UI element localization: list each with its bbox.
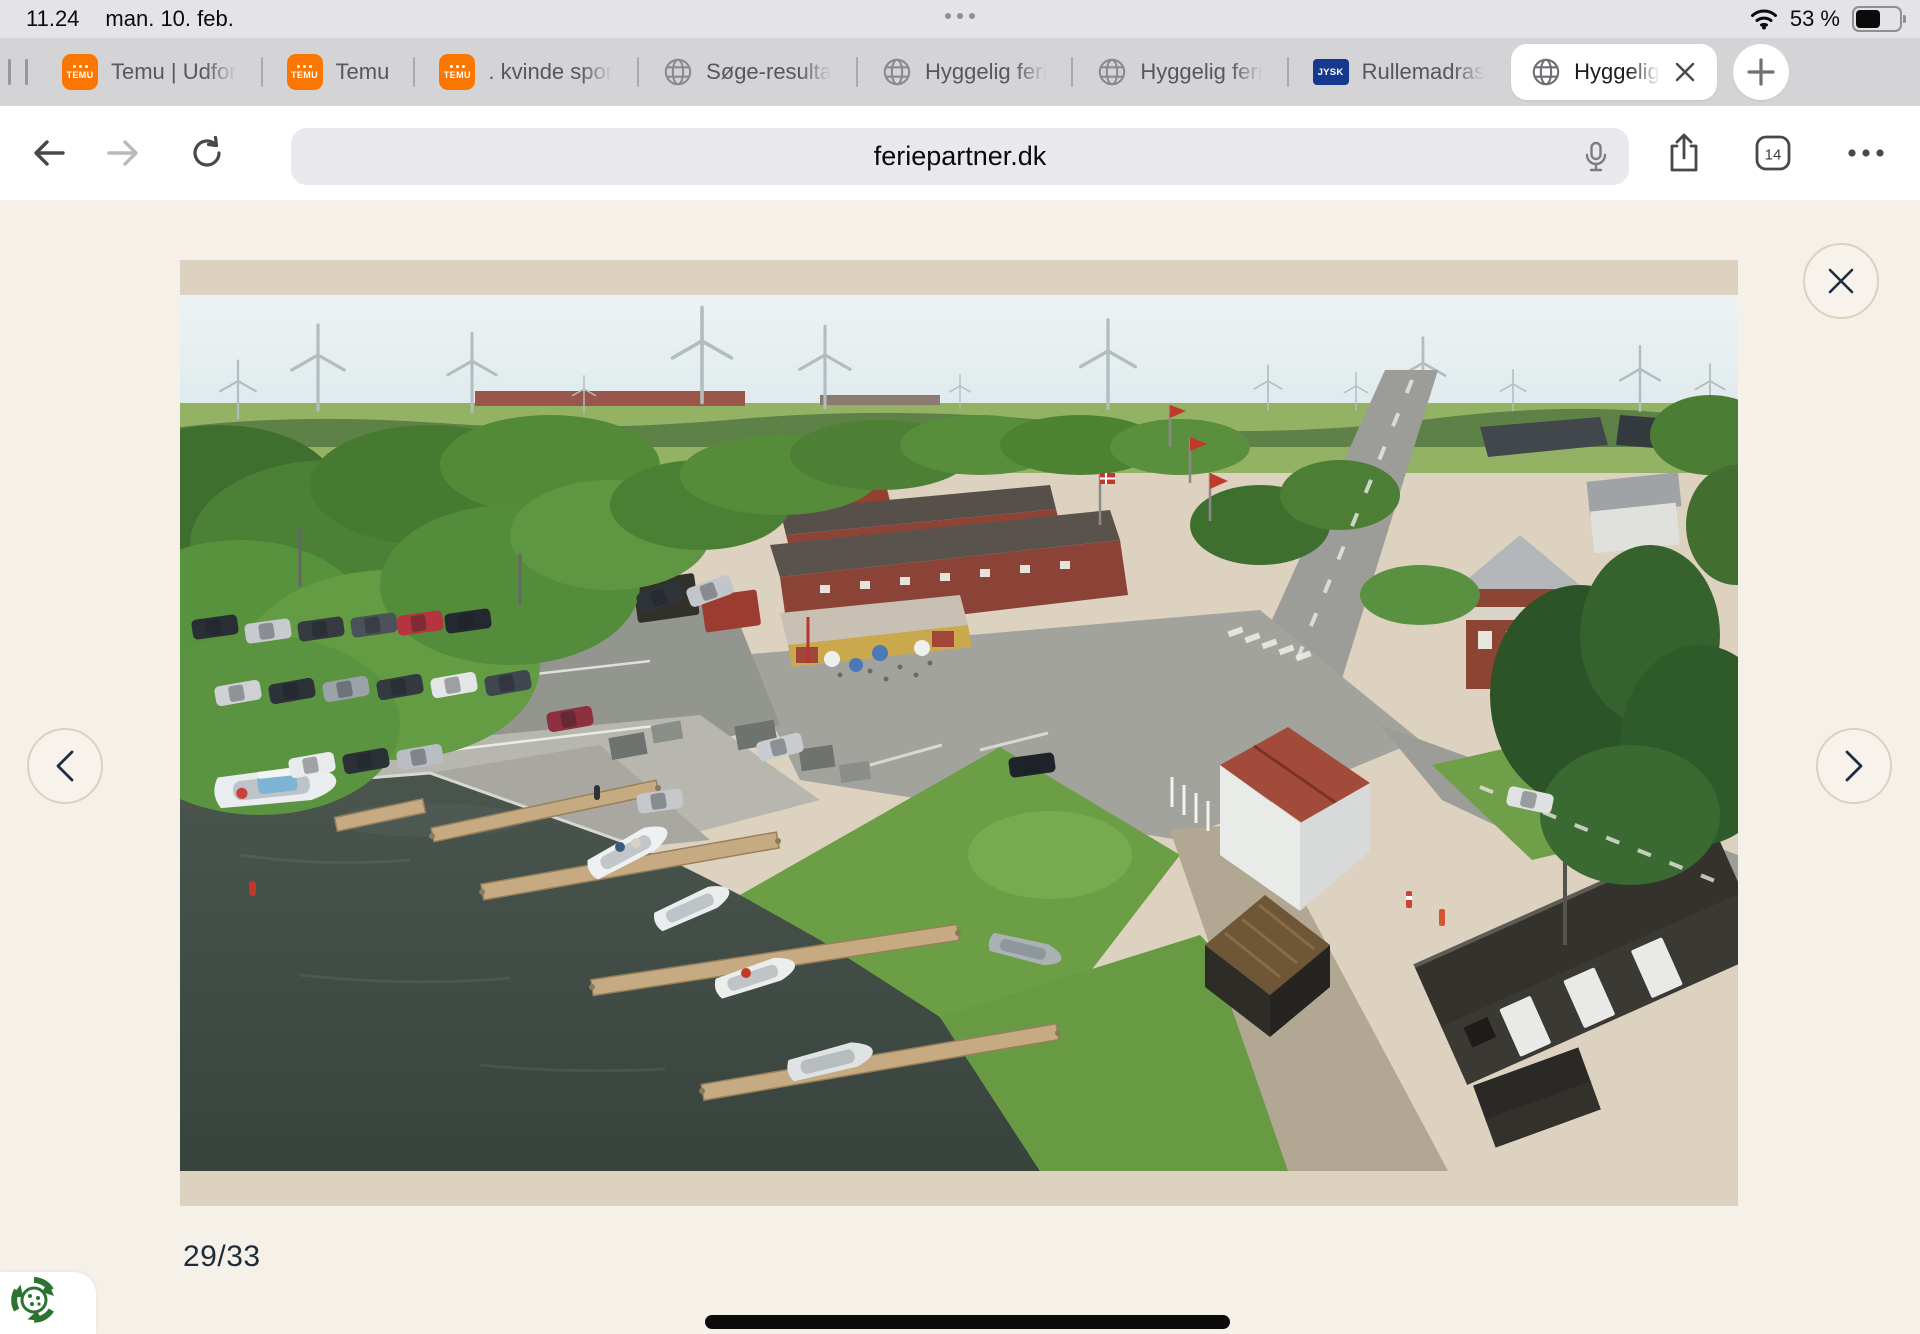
tab-edge-separator <box>8 59 11 85</box>
share-icon[interactable] <box>1666 132 1702 174</box>
jysk-favicon-icon: JYSK <box>1313 59 1349 85</box>
gallery-next-button[interactable] <box>1816 728 1892 804</box>
photo-gallery-lightbox <box>180 260 1738 1206</box>
tab-rullemadras[interactable]: JYSK Rullemadras <box>1293 38 1506 106</box>
globe-favicon-icon <box>1531 57 1561 87</box>
tab-hyggelig-ferie-1[interactable]: Hyggelig feri <box>862 38 1067 106</box>
tab-label: . kvinde spor <box>488 59 613 85</box>
tab-separator <box>856 57 858 87</box>
multitask-handle-icon[interactable] <box>945 13 975 19</box>
tab-label: Hyggelig <box>1574 59 1660 85</box>
tab-separator <box>1287 57 1289 87</box>
close-icon <box>1826 266 1856 296</box>
tab-separator <box>637 57 639 87</box>
chevron-right-icon <box>1843 749 1865 783</box>
date: man. 10. feb. <box>105 6 233 32</box>
tab-separator <box>413 57 415 87</box>
plus-icon <box>1746 57 1776 87</box>
tab-separator <box>1071 57 1073 87</box>
forward-button[interactable] <box>104 136 142 170</box>
globe-favicon-icon <box>1097 57 1127 87</box>
webpage-feriepartner: 29/33 <box>0 200 1920 1334</box>
battery-percent: 53 % <box>1790 6 1840 32</box>
gallery-previous-button[interactable] <box>27 728 103 804</box>
svg-text:14: 14 <box>1765 147 1782 164</box>
tab-edge-separator <box>25 59 28 85</box>
tab-label: Rullemadras <box>1362 59 1486 85</box>
temu-favicon-icon: TEMU <box>62 54 98 90</box>
more-options-icon[interactable] <box>1846 147 1886 159</box>
tab-soege-resultater[interactable]: Søge-resulta <box>643 38 852 106</box>
gallery-close-button[interactable] <box>1803 243 1879 319</box>
tab-overview-button[interactable]: 14 <box>1752 132 1794 174</box>
ipad-screen: 11.24 man. 10. feb. 53 % TEMU Temu | Udf <box>0 0 1920 1334</box>
tab-label: Temu | Udfor <box>111 59 237 85</box>
tab-label: Hyggelig feri <box>1140 59 1262 85</box>
image-counter: 29/33 <box>183 1240 261 1274</box>
wifi-icon <box>1750 8 1778 30</box>
recycle-logo-icon <box>6 1272 62 1332</box>
url-text: feriepartner.dk <box>874 141 1047 172</box>
home-indicator[interactable] <box>705 1315 1230 1329</box>
gallery-photo <box>180 295 1738 1171</box>
cookie-widget-button[interactable] <box>0 1272 96 1334</box>
status-bar: 11.24 man. 10. feb. 53 % <box>0 0 1920 38</box>
tab-bar: TEMU Temu | Udfor TEMU Temu TEMU . kvind… <box>0 38 1920 106</box>
tab-temu[interactable]: TEMU Temu <box>267 38 410 106</box>
new-tab-button[interactable] <box>1733 44 1789 100</box>
tab-close-icon[interactable] <box>1673 60 1697 84</box>
temu-favicon-icon: TEMU <box>287 54 323 90</box>
reload-button[interactable] <box>188 134 226 172</box>
chevron-left-icon <box>54 749 76 783</box>
globe-favicon-icon <box>663 57 693 87</box>
tab-temu-udforsk[interactable]: TEMU Temu | Udfor <box>42 38 257 106</box>
globe-favicon-icon <box>882 57 912 87</box>
temu-favicon-icon: TEMU <box>439 54 475 90</box>
clock: 11.24 <box>26 6 79 32</box>
tab-label: Søge-resulta <box>706 59 832 85</box>
address-bar[interactable]: feriepartner.dk <box>291 128 1629 185</box>
microphone-icon[interactable] <box>1583 141 1609 180</box>
back-button[interactable] <box>30 136 68 170</box>
tab-label: Hyggelig feri <box>925 59 1047 85</box>
tab-active-hyggelig-ferie[interactable]: Hyggelig <box>1511 44 1717 100</box>
tab-hyggelig-ferie-2[interactable]: Hyggelig feri <box>1077 38 1282 106</box>
tab-label: Temu <box>336 59 390 85</box>
browser-toolbar: feriepartner.dk 14 <box>0 106 1920 200</box>
battery-icon <box>1852 6 1902 32</box>
tab-kvinde-sport[interactable]: TEMU . kvinde spor <box>419 38 633 106</box>
tab-separator <box>261 57 263 87</box>
